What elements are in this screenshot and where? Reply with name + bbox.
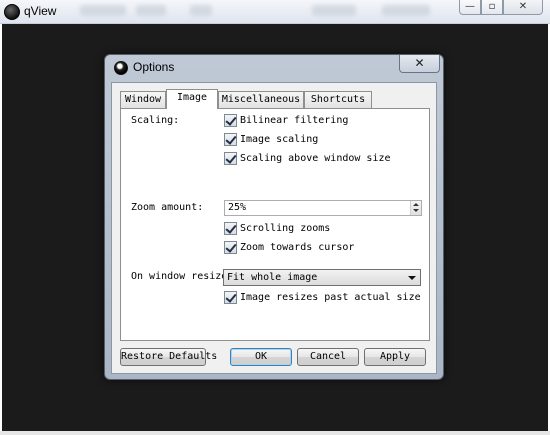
dialog-app-icon [114, 61, 128, 75]
spinner-buttons[interactable] [410, 201, 421, 215]
checkbox-checked-icon[interactable] [224, 152, 237, 165]
checkbox-label: Scrolling zooms [240, 223, 331, 234]
bottom-edge [0, 431, 550, 435]
zoom-amount-value: 25% [228, 202, 247, 213]
on-window-resize-label: On window resize: [131, 271, 234, 282]
spin-down-icon[interactable] [413, 209, 419, 212]
tab-miscellaneous[interactable]: Miscellaneous [218, 91, 304, 108]
chevron-down-icon[interactable] [408, 276, 416, 280]
blurred-background-text [312, 5, 356, 16]
blurred-background-text [136, 5, 166, 16]
checkbox-label: Image resizes past actual size [240, 292, 421, 303]
zoom-amount-spinbox[interactable]: 25% [224, 200, 422, 216]
close-window-button[interactable]: ✕ [503, 0, 543, 15]
checkbox-label: Zoom towards cursor [240, 242, 355, 253]
checkbox-checked-icon[interactable] [224, 222, 237, 235]
checkbox-checked-icon[interactable] [224, 114, 237, 127]
restore-defaults-button[interactable]: Restore Defaults [120, 348, 217, 366]
dialog-body: Window Image Miscellaneous Shortcuts Sca… [111, 82, 437, 374]
ok-button[interactable]: OK [230, 348, 292, 366]
apply-button[interactable]: Apply [364, 348, 426, 366]
cancel-button[interactable]: Cancel [297, 348, 359, 366]
maximize-button[interactable]: ▫ [481, 0, 503, 15]
image-tab-panel: Scaling: Bilinear filtering Image scalin… [120, 108, 430, 341]
blurred-background-text [80, 5, 126, 16]
blurred-background-text [190, 5, 212, 16]
checkbox-checked-icon[interactable] [224, 291, 237, 304]
checkbox-label: Scaling above window size [240, 153, 391, 164]
window-title: qView [24, 4, 57, 18]
scaling-label: Scaling: [131, 115, 180, 126]
zoom-amount-label: Zoom amount: [131, 202, 204, 213]
checkbox-checked-icon[interactable] [224, 133, 237, 146]
app-icon [4, 4, 20, 20]
checkbox-label: Bilinear filtering [240, 115, 349, 126]
spin-up-icon[interactable] [413, 203, 419, 206]
tab-image[interactable]: Image [166, 89, 218, 109]
dialog-title: Options [133, 60, 175, 74]
main-title-bar[interactable]: qView — ▫ ✕ [0, 0, 550, 24]
tab-window[interactable]: Window [120, 91, 166, 108]
screen: qView — ▫ ✕ Options ✕ Window Image Misce… [0, 0, 550, 435]
checkbox-label: Image scaling [240, 134, 319, 145]
options-dialog: Options ✕ Window Image Miscellaneous Sho… [104, 54, 444, 380]
dropdown-selected-value: Fit whole image [227, 272, 318, 283]
minimize-button[interactable]: — [459, 0, 481, 15]
on-window-resize-dropdown[interactable]: Fit whole image [223, 269, 421, 286]
dialog-close-button[interactable]: ✕ [399, 55, 440, 73]
blurred-background-text [382, 5, 430, 16]
checkbox-checked-icon[interactable] [224, 241, 237, 254]
tab-shortcuts[interactable]: Shortcuts [304, 91, 372, 108]
